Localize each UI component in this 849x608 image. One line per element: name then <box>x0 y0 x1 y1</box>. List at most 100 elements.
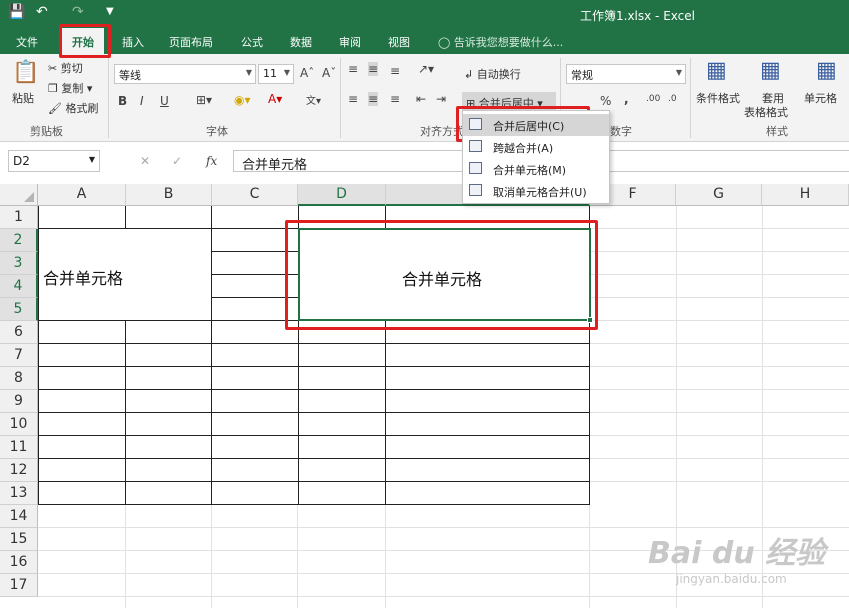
tab-file[interactable]: 文件 <box>16 34 38 50</box>
enter-icon[interactable]: ✓ <box>172 154 182 168</box>
ribbon-tabs: 文件 开始 插入 页面布局 公式 数据 审阅 视图 ◯ 告诉我您想要做什么... <box>0 28 849 54</box>
borders-icon[interactable]: ⊞▾ <box>196 93 212 107</box>
format-painter-button[interactable]: 🖌 格式刷 <box>48 100 98 116</box>
decrease-indent-icon[interactable]: ⇤ <box>416 92 426 106</box>
insert-function-button[interactable]: fx <box>206 154 217 168</box>
cut-button[interactable]: ✂ 剪切 <box>48 60 83 76</box>
row-header-3[interactable]: 3 <box>0 252 38 275</box>
column-header-h[interactable]: H <box>762 184 849 206</box>
select-all-button[interactable] <box>0 184 38 206</box>
undo-icon[interactable]: ↶ <box>36 4 48 20</box>
underline-button[interactable]: U <box>160 94 169 108</box>
window-title: 工作簿1.xlsx - Excel <box>580 9 695 23</box>
styles-group-label: 样式 <box>766 125 788 138</box>
increase-decimal-icon[interactable]: .00 <box>646 94 660 104</box>
cell-styles-icon[interactable]: ▦ <box>816 58 837 83</box>
tell-me-search[interactable]: ◯ 告诉我您想要做什么... <box>438 34 563 50</box>
menu-item-unmerge[interactable]: 取消单元格合并(U) <box>463 180 609 202</box>
baidu-watermark-url: jingyan.baidu.com <box>676 572 787 586</box>
cell-styles-button[interactable]: 单元格 <box>804 90 837 106</box>
baidu-watermark: Bai du 经验 <box>648 536 826 571</box>
table-format-icon[interactable]: ▦ <box>760 58 781 83</box>
paste-button[interactable]: 粘贴 <box>12 90 34 106</box>
shrink-font-icon[interactable]: Aˇ <box>322 66 336 80</box>
tab-page-layout[interactable]: 页面布局 <box>169 34 213 50</box>
wrap-text-button[interactable]: ↲ 自动换行 <box>464 66 521 82</box>
chevron-down-icon: ▼ <box>88 155 95 164</box>
font-group-label: 字体 <box>206 125 228 138</box>
row-header-11[interactable]: 11 <box>0 436 38 459</box>
row-header-9[interactable]: 9 <box>0 390 38 413</box>
row-header-2[interactable]: 2 <box>0 229 38 252</box>
tab-data[interactable]: 数据 <box>290 34 312 50</box>
column-header-d[interactable]: D <box>298 184 386 206</box>
chevron-down-icon: ▼ <box>283 68 290 77</box>
copy-button[interactable]: ❐ 复制 ▾ <box>48 80 92 96</box>
name-box[interactable]: D2 ▼ <box>8 150 100 172</box>
number-group-label: 数字 <box>610 125 632 138</box>
row-header-6[interactable]: 6 <box>0 321 38 344</box>
align-top-icon[interactable]: ≡ <box>348 62 358 76</box>
row-header-1[interactable]: 1 <box>0 206 38 229</box>
fill-color-icon[interactable]: ◉▾ <box>234 93 251 107</box>
italic-button[interactable]: I <box>140 94 144 108</box>
tab-insert[interactable]: 插入 <box>122 34 144 50</box>
row-header-12[interactable]: 12 <box>0 459 38 482</box>
row-header-15[interactable]: 15 <box>0 528 38 551</box>
decrease-decimal-icon[interactable]: .0 <box>668 94 677 104</box>
number-format-combo[interactable]: 常规 ▼ <box>566 64 686 84</box>
row-header-16[interactable]: 16 <box>0 551 38 574</box>
row-header-13[interactable]: 13 <box>0 482 38 505</box>
menu-item-merge-center[interactable]: 合并后居中(C) <box>463 114 609 136</box>
customize-qat-icon[interactable]: ▼ <box>106 6 114 17</box>
align-right-icon[interactable]: ≡ <box>390 92 400 106</box>
ribbon: 📋 粘贴 ✂ 剪切 ❐ 复制 ▾ 🖌 格式刷 剪贴板 等线 ▼ 11 ▼ Aˆ Aˇ… <box>0 54 849 142</box>
font-size-combo[interactable]: 11 ▼ <box>258 64 294 84</box>
merge-center-icon <box>469 118 482 130</box>
row-header-7[interactable]: 7 <box>0 344 38 367</box>
merge-cells-icon <box>469 162 482 174</box>
annotation-merged-range <box>285 220 598 330</box>
row-header-4[interactable]: 4 <box>0 275 38 298</box>
cancel-icon[interactable]: ✕ <box>140 154 150 168</box>
conditional-format-icon[interactable]: ▦ <box>706 58 727 83</box>
format-as-table-label2: 表格格式 <box>744 106 788 119</box>
phonetic-icon[interactable]: 文▾ <box>306 92 321 107</box>
font-name-combo[interactable]: 等线 ▼ <box>114 64 256 84</box>
orientation-icon[interactable]: ↗▾ <box>418 62 434 76</box>
row-header-10[interactable]: 10 <box>0 413 38 436</box>
align-middle-icon[interactable]: ≡ <box>368 62 379 76</box>
column-header-a[interactable]: A <box>38 184 126 206</box>
bold-button[interactable]: B <box>118 94 127 108</box>
row-header-5[interactable]: 5 <box>0 298 38 321</box>
tab-review[interactable]: 审阅 <box>339 34 361 50</box>
column-header-g[interactable]: G <box>676 184 762 206</box>
column-header-c[interactable]: C <box>212 184 298 206</box>
paste-icon[interactable]: 📋 <box>12 60 39 85</box>
increase-indent-icon[interactable]: ⇥ <box>436 92 446 106</box>
font-color-icon[interactable]: A▾ <box>268 92 282 106</box>
menu-item-merge-cells[interactable]: 合并单元格(M) <box>463 158 609 180</box>
merge-dropdown-menu: 合并后居中(C) 跨越合并(A) 合并单元格(M) 取消单元格合并(U) <box>462 110 610 204</box>
align-left-icon[interactable]: ≡ <box>348 92 358 106</box>
tab-formulas[interactable]: 公式 <box>241 34 263 50</box>
row-header-14[interactable]: 14 <box>0 505 38 528</box>
formula-bar: D2 ▼ ✕ ✓ fx 合并单元格 <box>0 142 849 180</box>
grow-font-icon[interactable]: Aˆ <box>300 66 314 80</box>
comma-button[interactable]: , <box>624 92 629 106</box>
tab-view[interactable]: 视图 <box>388 34 410 50</box>
align-center-icon[interactable]: ≡ <box>368 92 379 106</box>
chevron-down-icon: ▼ <box>245 68 252 77</box>
column-header-b[interactable]: B <box>126 184 212 206</box>
percent-button[interactable]: % <box>600 94 611 108</box>
annotation-home-tab <box>59 24 111 58</box>
menu-item-merge-across[interactable]: 跨越合并(A) <box>463 136 609 158</box>
merged-cell-a2[interactable]: 合并单元格 <box>43 265 123 289</box>
row-header-17[interactable]: 17 <box>0 574 38 597</box>
row-header-8[interactable]: 8 <box>0 367 38 390</box>
save-icon[interactable]: 💾 <box>8 4 25 20</box>
align-bottom-icon[interactable]: ≡ <box>390 64 400 78</box>
conditional-format-button[interactable]: 条件格式 <box>696 90 740 106</box>
redo-icon[interactable]: ↷ <box>72 4 84 20</box>
group-divider <box>340 58 341 138</box>
